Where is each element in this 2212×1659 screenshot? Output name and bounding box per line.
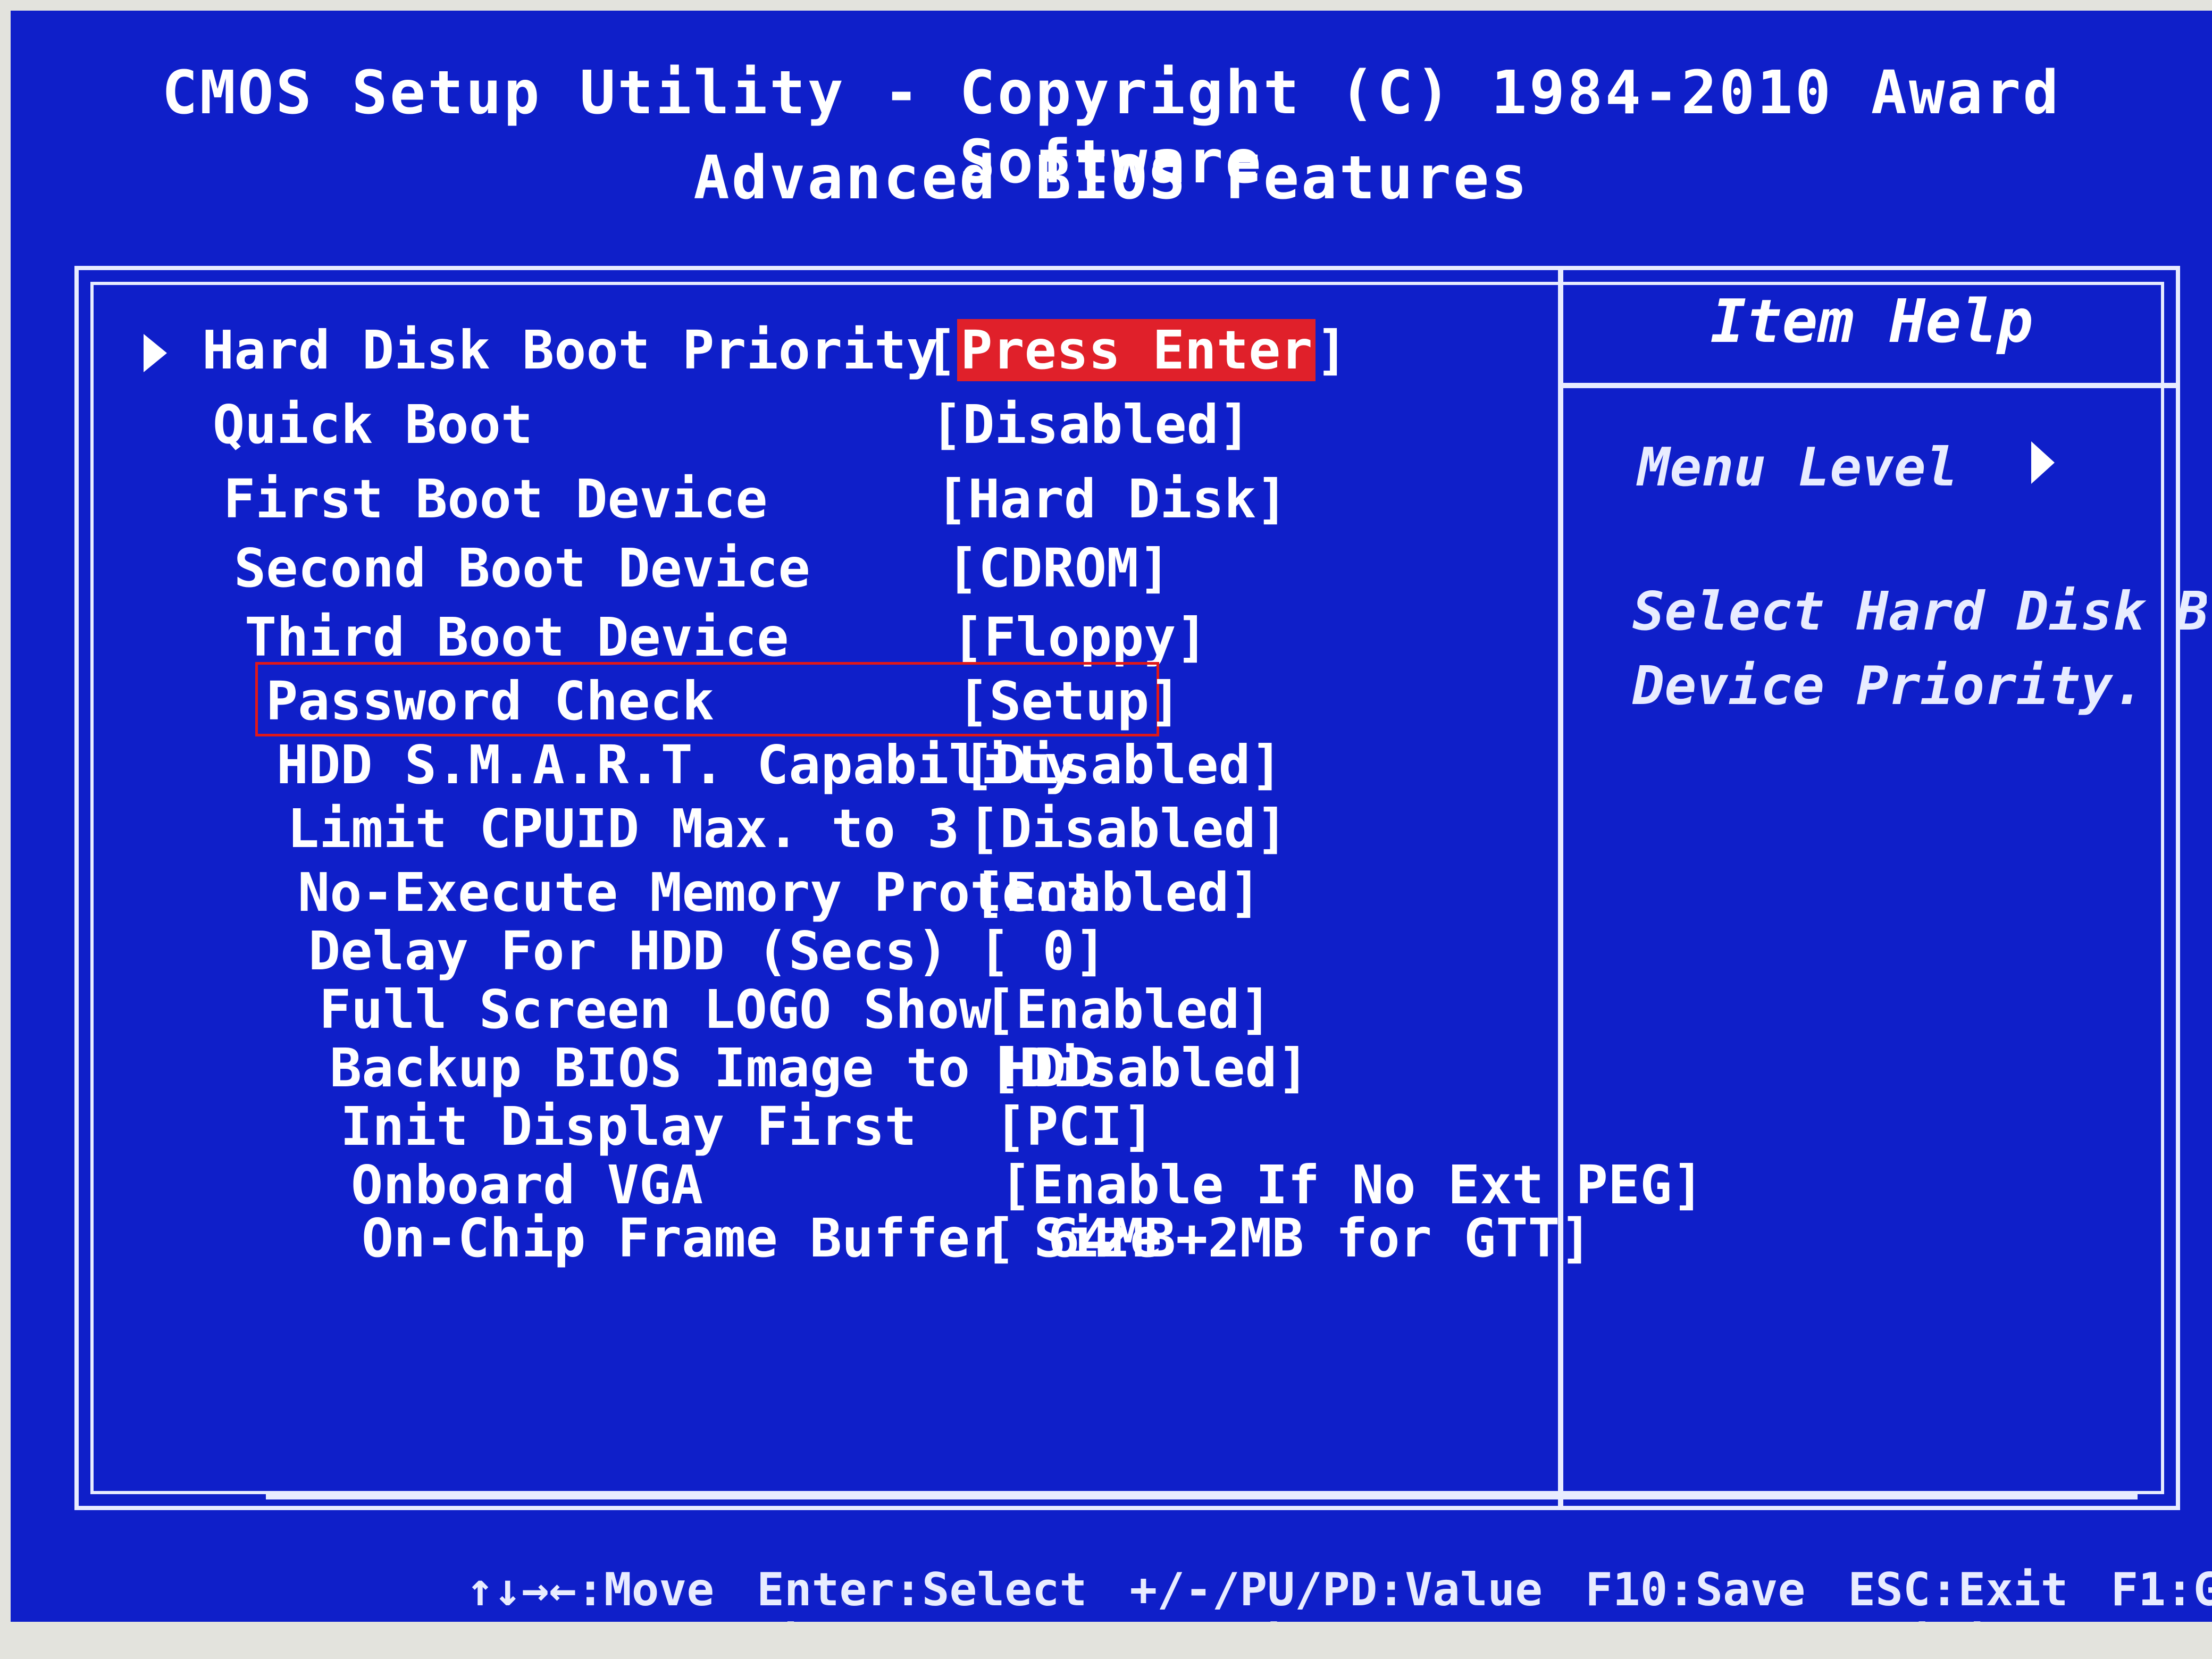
setting-value[interactable]: [Press Enter] (925, 319, 1348, 381)
help-text-line-1: Select Hard Disk Boo (1632, 580, 2207, 642)
setting-label: Password Check (266, 670, 714, 732)
bios-screen: CMOS Setup Utility - Copyright (C) 1984-… (11, 11, 2212, 1622)
setting-value[interactable]: [PCI] (994, 1095, 1154, 1158)
setting-second-boot-device[interactable]: Second Boot Device [CDROM] (234, 537, 1170, 601)
setting-label: Hard Disk Boot Priority (202, 319, 939, 381)
setting-hdd-smart-capability[interactable]: HDD S.M.A.R.T. Capability [Disabled] (276, 734, 1283, 798)
submenu-arrow-icon (144, 334, 167, 372)
setting-first-boot-device[interactable]: First Boot Device [Hard Disk] (223, 468, 1288, 532)
setting-label: First Boot Device (223, 468, 768, 530)
setting-limit-cpuid-max[interactable]: Limit CPUID Max. to 3 [Disabled] (287, 798, 1288, 861)
value-bracket-open: [ (925, 319, 958, 381)
setting-value[interactable]: [Setup] (957, 670, 1181, 732)
key-hint-fail-safe-defaults: F6:Fail-Safe Defaults (1121, 1616, 1699, 1622)
setting-label: Init Display First (340, 1095, 917, 1158)
setting-hard-disk-boot-priority[interactable]: Hard Disk Boot Priority [Press Enter] (144, 319, 1348, 383)
selected-value: Press Enter (957, 319, 1316, 381)
setting-label: Backup BIOS Image to HDD (330, 1037, 1098, 1099)
setting-value[interactable]: [Disabled] (962, 734, 1283, 796)
setting-third-boot-device[interactable]: Third Boot Device [Floppy] (245, 606, 1208, 670)
menu-level-label: Menu Level (1638, 436, 1958, 498)
setting-init-display-first[interactable]: Init Display First [PCI] (340, 1095, 1154, 1159)
setting-backup-bios-image[interactable]: Backup BIOS Image to HDD [Disabled] (330, 1037, 1309, 1101)
setting-label: Second Boot Device (234, 537, 810, 599)
help-title-divider (1563, 383, 2180, 388)
setting-value[interactable]: [ 64MB+2MB for GTT] (984, 1207, 1592, 1269)
setting-value[interactable]: [Disabled] (989, 1037, 1309, 1099)
setting-full-screen-logo-show[interactable]: Full Screen LOGO Show [Enabled] (319, 978, 1272, 1042)
help-text-line-2: Device Priority. (1632, 655, 2145, 717)
setting-label: Quick Boot (213, 393, 533, 456)
key-hint-optimized-defaults: F7:Optimized Defaults (1742, 1616, 2212, 1622)
help-divider (1558, 266, 1563, 1510)
setting-quick-boot[interactable]: Quick Boot [Disabled] (213, 393, 1251, 457)
setting-delay-for-hdd[interactable]: Delay For HDD (Secs) [ 0] (308, 920, 1107, 984)
setting-password-check[interactable]: Password Check [Setup] (266, 670, 1181, 734)
value-bracket-close: ] (1316, 319, 1348, 381)
setting-value[interactable]: [Disabled] (931, 393, 1251, 456)
setting-on-chip-frame-buffer-size[interactable]: On-Chip Frame Buffer Size [ 64MB+2MB for… (362, 1207, 1592, 1271)
page-title: Advanced BIOS Features (693, 144, 1529, 213)
menu-level-arrow-icon (2031, 441, 2055, 484)
item-help-title: Item Help (1710, 287, 2033, 356)
setting-label: Limit CPUID Max. to 3 (287, 798, 960, 860)
setting-label: HDD S.M.A.R.T. Capability (276, 734, 1077, 796)
key-hint-previous-values: F5:Previous Values (583, 1616, 1079, 1622)
setting-value[interactable]: [Enabled] (973, 861, 1261, 924)
setting-value[interactable]: [Floppy] (952, 606, 1208, 668)
setting-value[interactable]: [ 0] (978, 920, 1107, 982)
setting-no-execute-memory-protect[interactable]: No-Execute Memory Protect [Enabled] (298, 861, 1261, 925)
setting-value[interactable]: [Hard Disk] (936, 468, 1288, 530)
setting-value[interactable]: [Disabled] (968, 798, 1288, 860)
setting-value[interactable]: [CDROM] (946, 537, 1170, 599)
item-help-text: Select Hard Disk Boo Device Priority. (1632, 574, 2207, 723)
footer-keys-row-2: F5:Previous Values F6:Fail-Safe Defaults F… (473, 1563, 2212, 1622)
setting-value[interactable]: [Enabled] (984, 978, 1272, 1041)
setting-label: Delay For HDD (Secs) (308, 920, 949, 982)
setting-label: Full Screen LOGO Show (319, 978, 992, 1041)
setting-label: Third Boot Device (245, 606, 789, 668)
footer-divider (266, 1494, 2138, 1499)
